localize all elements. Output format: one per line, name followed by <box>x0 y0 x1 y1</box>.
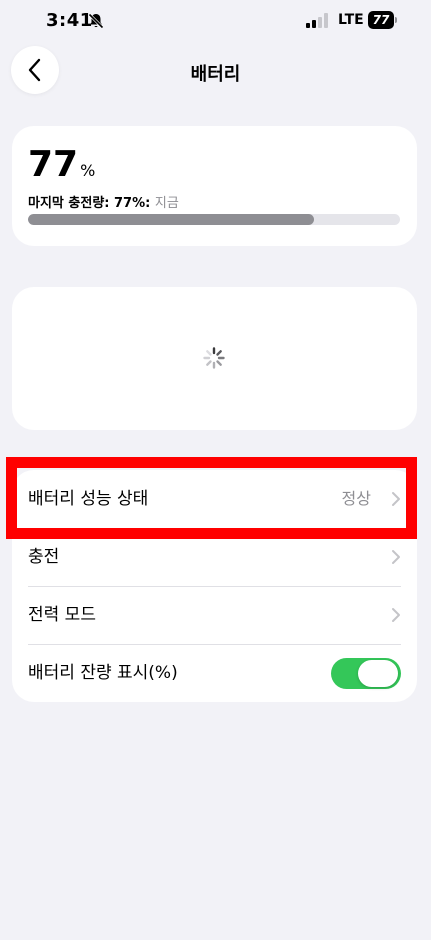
battery-level-unit: % <box>80 161 96 180</box>
battery-status-icon: 77 <box>368 11 398 29</box>
last-charge-info: 마지막 충전량: 77%: 지금 <box>28 192 179 211</box>
row-battery-health-label: 배터리 성능 상태 <box>28 489 149 509</box>
last-charge-label: 마지막 충전량: 77%: <box>28 196 151 211</box>
status-bar: 3:41 LTE 77 <box>0 0 431 44</box>
carrier-label: LTE <box>338 12 364 28</box>
chevron-right-icon <box>392 492 400 506</box>
toggle-knob <box>358 660 398 687</box>
row-power-mode[interactable]: 전력 모드 <box>12 586 417 644</box>
cellular-signal-icon <box>306 13 328 28</box>
page-title: 배터리 <box>190 64 241 85</box>
last-charge-time: 지금 <box>154 196 179 211</box>
chevron-right-icon <box>392 550 400 564</box>
loading-spinner-icon <box>203 347 225 369</box>
battery-level-bar <box>28 214 400 225</box>
battery-status-level: 77 <box>372 13 390 27</box>
battery-level-bar-fill <box>28 214 314 225</box>
row-power-mode-label: 전력 모드 <box>28 605 96 625</box>
battery-percentage-toggle[interactable] <box>331 658 401 689</box>
row-battery-percentage: 배터리 잔량 표시(%) <box>12 644 417 702</box>
battery-level-card: 77% 마지막 충전량: 77%: 지금 <box>12 126 417 246</box>
row-battery-health[interactable]: 배터리 성능 상태 정상 <box>12 470 417 528</box>
status-time: 3:41 <box>46 10 93 31</box>
chevron-right-icon <box>392 608 400 622</box>
bell-slash-icon <box>88 13 104 29</box>
row-charging[interactable]: 충전 <box>12 528 417 586</box>
battery-settings-list: 배터리 성능 상태 정상 충전 전력 모드 배터리 잔량 표시(%) <box>12 470 417 702</box>
battery-usage-chart-card <box>12 287 417 430</box>
row-battery-percentage-label: 배터리 잔량 표시(%) <box>28 663 178 683</box>
battery-level-value: 77% <box>28 144 95 185</box>
battery-level-number: 77 <box>28 144 79 185</box>
row-battery-health-value: 정상 <box>341 489 371 508</box>
row-charging-label: 충전 <box>28 547 60 567</box>
